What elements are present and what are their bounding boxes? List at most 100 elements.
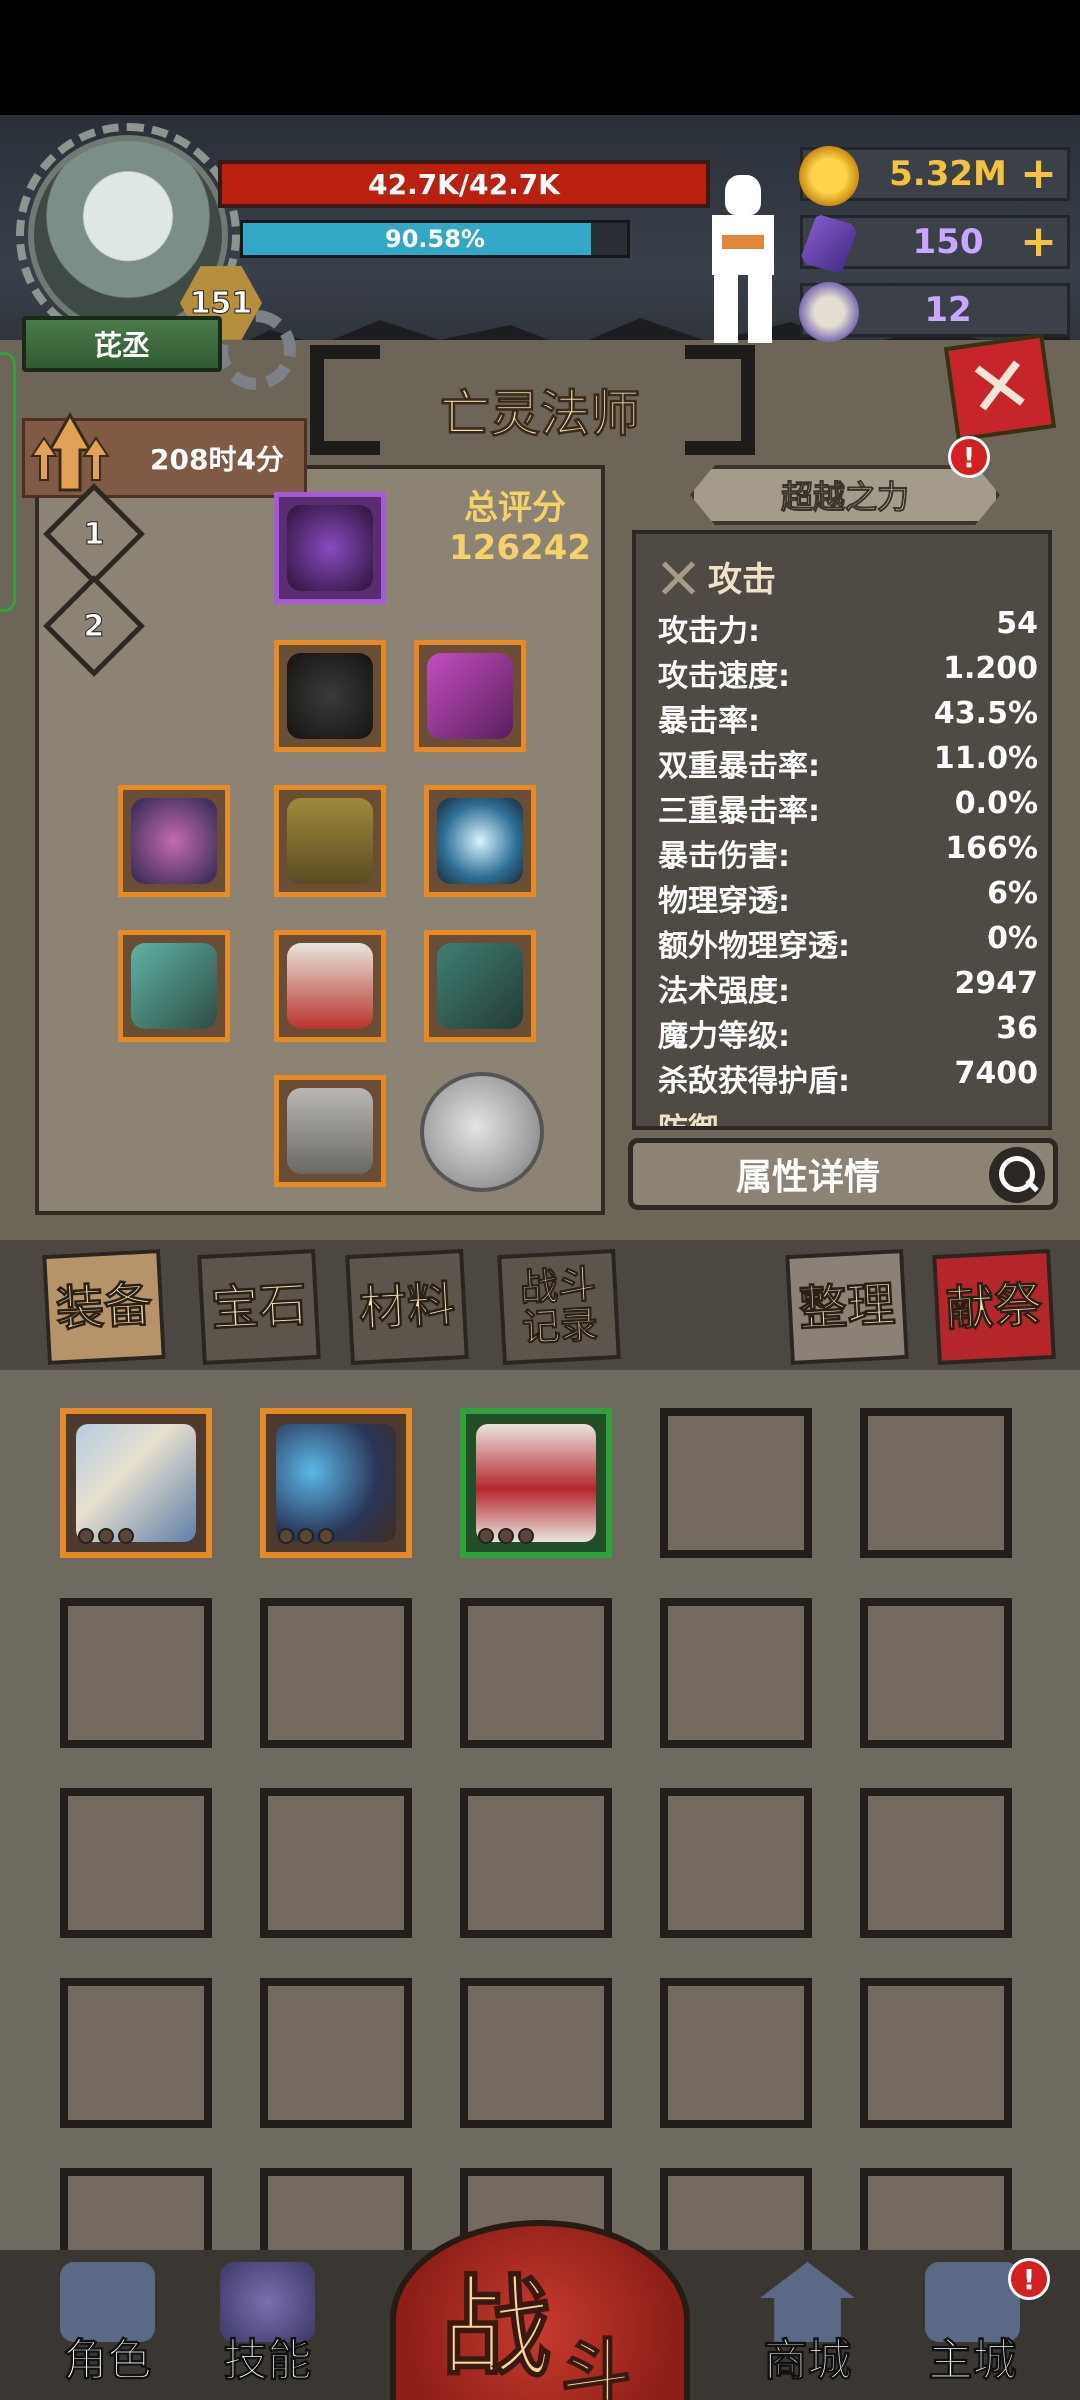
side-drawer-handle[interactable] [0, 352, 16, 612]
stat-label: 三重暴击率: [658, 794, 820, 829]
score-value: 126242 [449, 528, 591, 568]
class-title: 亡灵法师 [330, 370, 750, 450]
stat-row: 暴击率: 43.5% [658, 696, 1038, 739]
equip-slot-pants[interactable] [274, 930, 386, 1042]
attack-section-header: 攻击 [658, 552, 776, 601]
transcend-alert-icon: ! [948, 436, 990, 478]
inventory-slot-empty[interactable] [260, 1978, 412, 2128]
sacrifice-label: 献祭 [944, 1276, 1044, 1338]
stat-label: 物理穿透: [658, 884, 790, 919]
inventory-slot-empty[interactable] [60, 1788, 212, 1938]
stat-label: 杀敌获得护盾: [658, 1064, 850, 1099]
attribute-details-button[interactable]: 属性详情 [628, 1138, 1058, 1210]
attribute-details-label: 属性详情 [735, 1157, 880, 1198]
tab-materials[interactable]: 材料 [345, 1248, 469, 1366]
equip-slot-armor[interactable] [414, 640, 526, 752]
inventory-slot-empty[interactable] [860, 2168, 1012, 2250]
stat-label: 暴击伤害: [658, 839, 790, 874]
close-button[interactable]: ✕ [943, 333, 1057, 442]
inventory-slot-empty[interactable] [660, 1598, 812, 1748]
stat-value: 54 [996, 606, 1038, 641]
inventory-slot-empty[interactable] [660, 1788, 812, 1938]
loadout-2-label: 2 [83, 608, 105, 644]
stat-row: 攻击速度: 1.200 [658, 651, 1038, 694]
stat-row: 杀敌获得护盾: 7400 [658, 1056, 1038, 1099]
skull-value: 12 [924, 290, 972, 330]
stat-label: 双重暴击率: [658, 749, 820, 784]
add-crystal-button[interactable]: + [1020, 220, 1057, 264]
xp-bar: 90.58% [240, 220, 630, 258]
nav-skill-label: 技能 [223, 2335, 312, 2387]
nav-skill-button[interactable]: 技能 [200, 2262, 335, 2392]
gold-coin-icon [799, 146, 859, 206]
stat-value: 11.0% [933, 741, 1038, 776]
player-name: 芘丞 [93, 329, 150, 362]
stat-value: 166% [945, 831, 1038, 866]
sacrifice-button[interactable]: 献祭 [932, 1248, 1056, 1366]
inventory-item-robe[interactable] [460, 1408, 612, 1558]
tab-gems[interactable]: 宝石 [197, 1248, 321, 1366]
equip-slot-helmet[interactable] [274, 492, 386, 604]
equip-slot-weapon-left[interactable] [118, 930, 230, 1042]
sort-button[interactable]: 整理 [785, 1248, 909, 1366]
nav-shop-button[interactable]: 商城 [740, 2262, 875, 2392]
transcend-power-button[interactable]: 超越之力 [690, 465, 1000, 525]
equip-slot-weapon-right[interactable] [424, 930, 536, 1042]
ram-skull-icon [799, 282, 859, 342]
close-icon: ✕ [961, 338, 1039, 437]
stat-label: 额外物理穿透: [658, 929, 850, 964]
add-gold-button[interactable]: + [1020, 152, 1057, 196]
sort-label: 整理 [797, 1276, 897, 1338]
inventory-slot-empty[interactable] [60, 1598, 212, 1748]
stat-label: 攻击力: [658, 614, 760, 649]
search-icon [989, 1147, 1045, 1203]
inventory-slot-empty[interactable] [860, 1598, 1012, 1748]
inventory-slot-empty[interactable] [660, 2168, 812, 2250]
inventory-slot-empty[interactable] [460, 1978, 612, 2128]
inventory-slot-empty[interactable] [260, 1598, 412, 1748]
nav-shop-label: 商城 [763, 2335, 852, 2387]
inventory-slot-empty[interactable] [860, 1408, 1012, 1558]
hp-text: 42.7K/42.7K [368, 167, 560, 201]
class-title-text: 亡灵法师 [440, 385, 641, 444]
purple-crystal-icon [799, 214, 859, 274]
inventory-slot-empty[interactable] [660, 1408, 812, 1558]
stat-row: 暴击伤害: 166% [658, 831, 1038, 874]
nav-role-button[interactable]: 角色 [40, 2262, 175, 2392]
stat-row: 魔力等级: 36 [658, 1011, 1038, 1054]
stat-row: 物理穿透: 6% [658, 876, 1038, 919]
stat-value: 0% [987, 921, 1038, 956]
stats-panel[interactable]: 攻击 攻击力: 54 攻击速度: 1.200 暴击率: 43.5% 双重暴击率: 11.… [632, 530, 1052, 1130]
inventory-slot-empty[interactable] [260, 2168, 412, 2250]
stat-label: 攻击速度: [658, 659, 790, 694]
inventory-slot-empty[interactable] [860, 1788, 1012, 1938]
equip-slot-boots[interactable] [274, 1075, 386, 1187]
equip-slot-cape[interactable] [274, 640, 386, 752]
inventory-item-staff[interactable] [260, 1408, 412, 1558]
tab-battle-log[interactable]: 战斗记录 [497, 1248, 621, 1366]
equip-slot-amulet[interactable] [424, 785, 536, 897]
stat-row: 额外物理穿透: 0% [658, 921, 1038, 964]
tab-materials-label: 材料 [357, 1276, 457, 1338]
inventory-slot-empty[interactable] [260, 1788, 412, 1938]
stat-value: 1.200 [943, 651, 1038, 686]
inventory-slot-empty[interactable] [60, 2168, 212, 2250]
inventory-item-armor[interactable] [60, 1408, 212, 1558]
inventory-slot-empty[interactable] [660, 1978, 812, 2128]
loadout-1-label: 1 [83, 516, 105, 552]
empty-seal-slot[interactable] [420, 1072, 544, 1192]
name-plate: 芘丞 [22, 316, 222, 372]
stat-value: 6% [987, 876, 1038, 911]
inventory-slot-empty[interactable] [460, 1788, 612, 1938]
nav-role-label: 角色 [63, 2335, 152, 2387]
character-silhouette-icon[interactable] [700, 175, 785, 345]
inventory-slot-empty[interactable] [60, 1978, 212, 2128]
equip-slot-ring-left[interactable] [118, 785, 230, 897]
xp-text: 90.58% [385, 225, 485, 253]
inventory-slot-empty[interactable] [860, 1978, 1012, 2128]
stat-value: 36 [996, 1011, 1038, 1046]
tab-equipment[interactable]: 装备 [42, 1248, 166, 1366]
inventory-slot-empty[interactable] [460, 1598, 612, 1748]
crystal-value: 150 [912, 222, 984, 262]
equip-slot-belt[interactable] [274, 785, 386, 897]
